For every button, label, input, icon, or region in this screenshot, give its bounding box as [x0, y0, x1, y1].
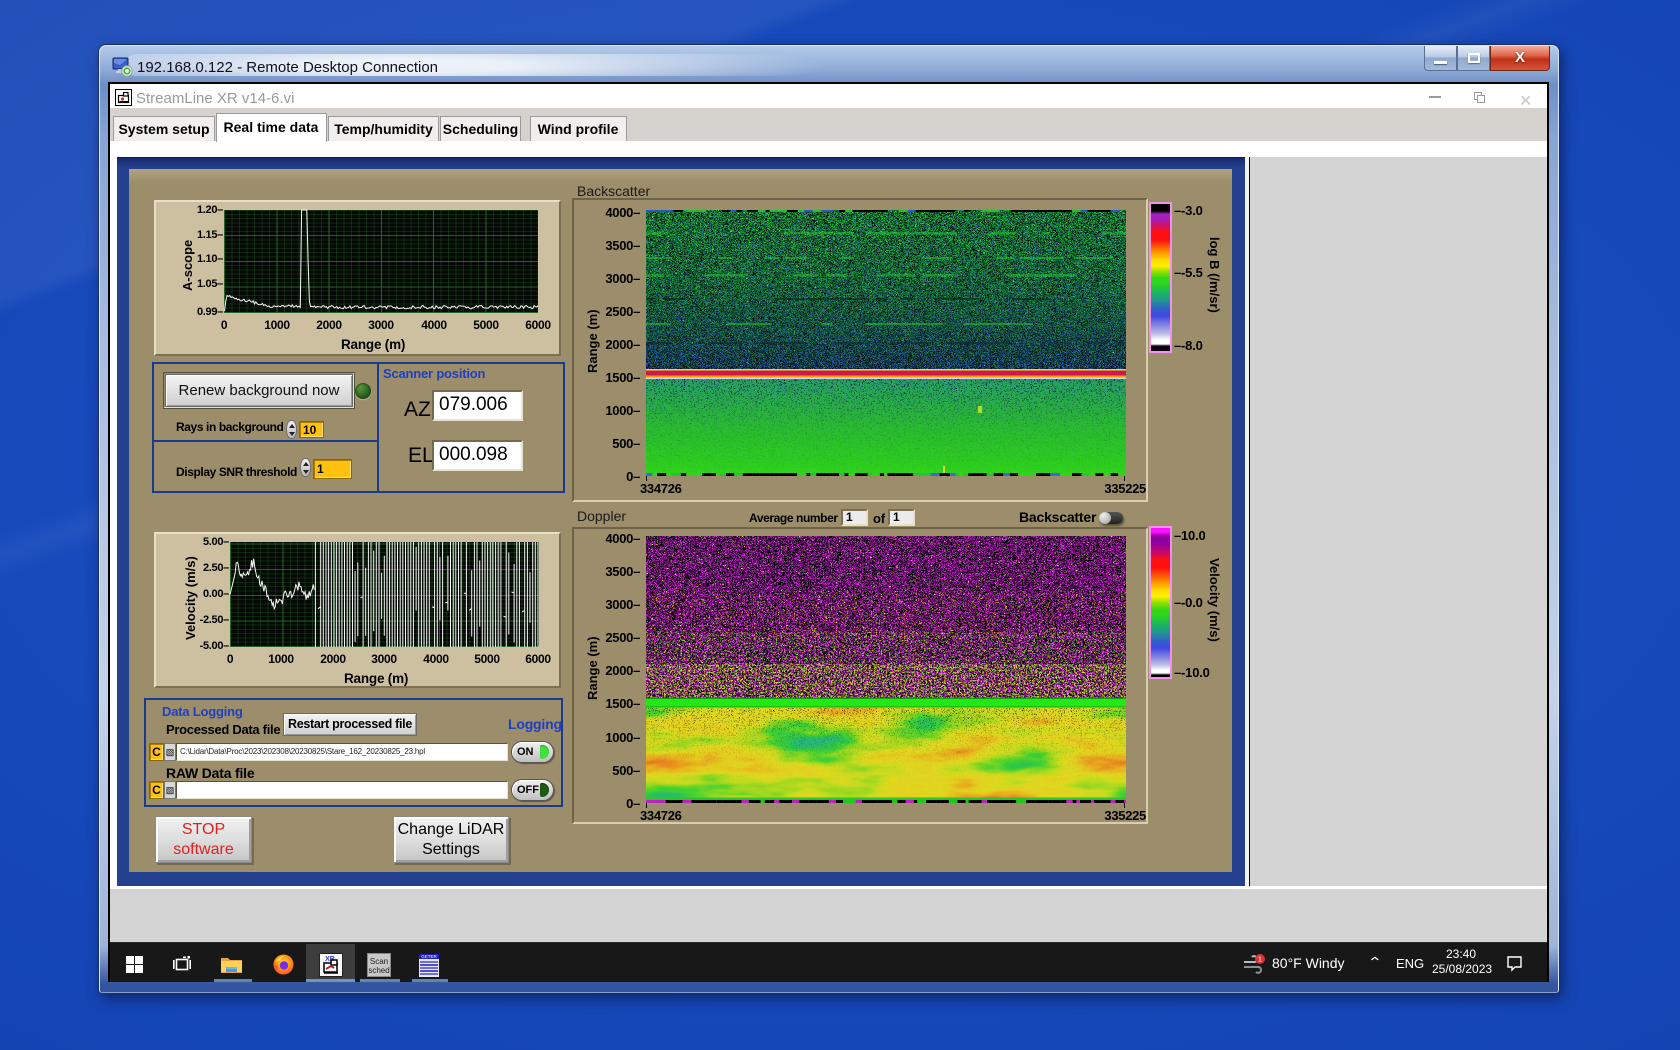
svg-text:1: 1	[1258, 957, 1262, 964]
svg-text:GETER: GETER	[421, 954, 437, 959]
